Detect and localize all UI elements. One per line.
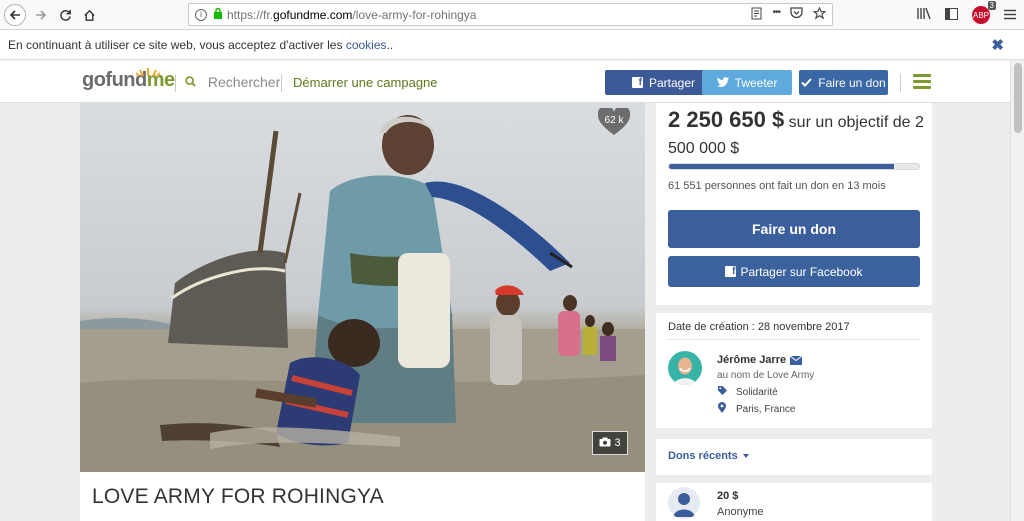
recent-donations-header[interactable]: Dons récents bbox=[656, 439, 932, 475]
organizer-card: Date de création : 28 novembre 2017 Jérô… bbox=[656, 313, 932, 428]
recent-donations-label: Dons récents bbox=[668, 450, 738, 462]
address-bar[interactable]: i https://fr.gofundme.com/love-army-for-… bbox=[188, 3, 833, 26]
campaign-title-card: LOVE ARMY FOR ROHINGYA bbox=[80, 472, 645, 521]
refugee-scene-illustration bbox=[80, 115, 645, 472]
back-icon[interactable] bbox=[4, 4, 26, 26]
cookies-link[interactable]: cookies bbox=[346, 38, 387, 52]
bookmark-star-icon[interactable] bbox=[812, 6, 827, 23]
hearts-count-label: 62 k bbox=[604, 114, 624, 126]
donor-avatar-icon bbox=[668, 487, 700, 519]
funding-card: 2 250 650 $ sur un objectif de 2 500 000… bbox=[656, 103, 932, 305]
page-scrollbar[interactable] bbox=[1010, 61, 1024, 521]
header-divider bbox=[175, 74, 176, 92]
donation-item: 20 $ Anonyme bbox=[656, 483, 932, 521]
organizer-name[interactable]: Jérôme Jarre bbox=[717, 354, 803, 366]
close-icon[interactable]: ✖ bbox=[991, 36, 1004, 54]
location-row: Paris, France bbox=[717, 402, 795, 416]
browser-toolbar: i https://fr.gofundme.com/love-army-for-… bbox=[0, 0, 1024, 30]
divider bbox=[668, 339, 920, 340]
organizer-avatar[interactable] bbox=[668, 351, 702, 385]
photo-gallery-button[interactable]: 3 bbox=[592, 431, 628, 455]
url-text: https://fr.gofundme.com/love-army-for-ro… bbox=[227, 7, 477, 22]
home-icon[interactable] bbox=[78, 4, 100, 26]
creation-date: Date de création : 28 novembre 2017 bbox=[668, 321, 850, 333]
cookie-text: En continuant à utiliser ce site web, vo… bbox=[8, 37, 394, 52]
hearts-count[interactable]: 62 k bbox=[598, 108, 630, 136]
donor-name: Anonyme bbox=[717, 506, 764, 518]
facebook-icon: f bbox=[631, 77, 643, 88]
chevron-down-icon bbox=[742, 454, 749, 458]
header-divider bbox=[900, 74, 901, 92]
twitter-icon bbox=[716, 76, 729, 90]
forward-icon[interactable] bbox=[30, 4, 52, 26]
donate-button[interactable]: Faire un don bbox=[668, 210, 920, 248]
funding-progress-bar bbox=[668, 163, 920, 170]
amount-raised: 2 250 650 $ sur un objectif de 2 500 000… bbox=[668, 107, 924, 157]
header-divider bbox=[281, 74, 282, 92]
start-campaign-link[interactable]: Démarrer une campagne bbox=[293, 75, 438, 90]
map-pin-icon bbox=[717, 402, 727, 416]
lock-icon bbox=[213, 7, 223, 22]
scrollbar-thumb[interactable] bbox=[1014, 63, 1022, 133]
on-behalf-of: au nom de Love Army bbox=[717, 370, 815, 381]
check-icon bbox=[801, 76, 813, 90]
logo-sun-icon bbox=[136, 68, 160, 77]
cookie-banner: En continuant à utiliser ce site web, vo… bbox=[0, 30, 1024, 60]
share-facebook-button[interactable]: f Partager sur Facebook bbox=[668, 256, 920, 287]
tag-icon bbox=[717, 386, 727, 398]
donation-amount: 20 $ bbox=[717, 490, 739, 502]
reader-view-icon[interactable] bbox=[751, 7, 762, 23]
mail-icon[interactable] bbox=[790, 355, 803, 365]
page-actions-icon[interactable]: ••• bbox=[772, 7, 780, 23]
adblock-icon[interactable]: ABP 3 bbox=[972, 1, 996, 24]
adblock-count-badge: 3 bbox=[987, 1, 996, 10]
camera-icon bbox=[599, 437, 611, 450]
photo-count-label: 3 bbox=[614, 437, 621, 449]
facebook-icon: f bbox=[725, 266, 737, 277]
donate-header-button[interactable]: Faire un don bbox=[799, 70, 888, 95]
campaign-photo[interactable] bbox=[80, 103, 645, 472]
campaign-title: LOVE ARMY FOR ROHINGYA bbox=[92, 485, 384, 508]
sidebar-icon[interactable] bbox=[945, 7, 958, 23]
search-link[interactable]: Rechercher bbox=[185, 74, 280, 90]
category-row[interactable]: Solidarité bbox=[717, 386, 778, 398]
gofundme-logo[interactable]: gofundme bbox=[82, 69, 175, 92]
menu-icon[interactable] bbox=[1004, 8, 1016, 23]
reload-icon[interactable] bbox=[54, 4, 76, 26]
hamburger-menu-icon[interactable] bbox=[913, 74, 931, 89]
library-icon[interactable] bbox=[917, 7, 931, 23]
tweet-button[interactable]: Tweeter bbox=[702, 70, 792, 95]
pocket-icon[interactable] bbox=[790, 7, 803, 23]
info-icon[interactable]: i bbox=[195, 8, 207, 21]
donor-stats: 61 551 personnes ont fait un don en 13 m… bbox=[668, 180, 886, 192]
search-icon bbox=[185, 74, 200, 90]
site-header: gofundme Rechercher Démarrer une campagn… bbox=[0, 61, 1010, 103]
